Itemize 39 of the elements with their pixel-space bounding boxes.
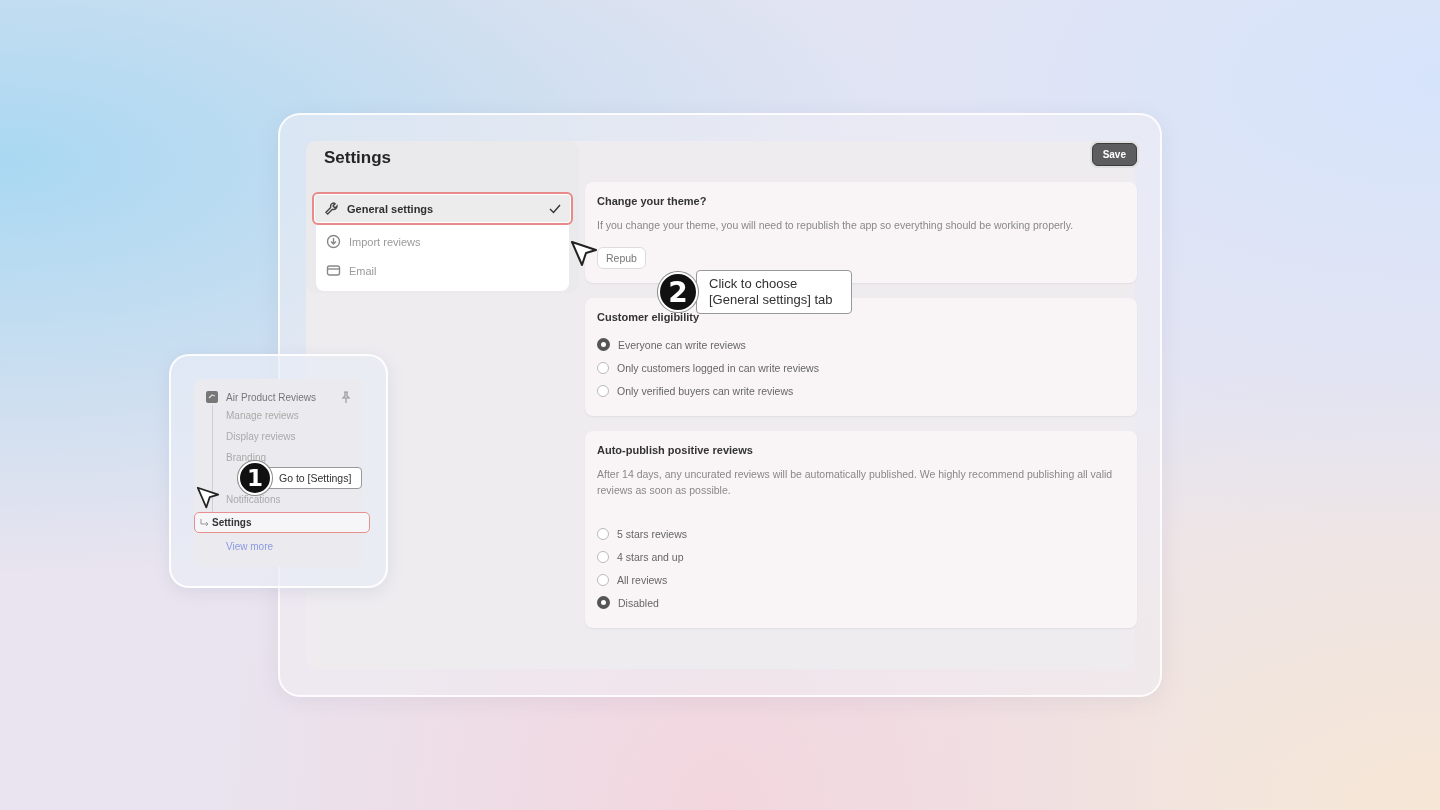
card-description: After 14 days, any uncurated reviews will be automatically published. We highly recommend publishing all valid reviews as soon as possible.	[597, 467, 1114, 498]
radio-button[interactable]	[597, 361, 609, 374]
radio-button[interactable]	[597, 338, 610, 351]
option-label: All reviews	[617, 573, 668, 586]
menu-item[interactable]: Settings	[194, 512, 370, 533]
check-icon	[549, 203, 561, 214]
settings-tab[interactable]: Import reviews	[316, 227, 569, 256]
radio-button[interactable]	[597, 573, 609, 586]
radio-button[interactable]	[597, 596, 610, 609]
option-label: 4 stars and up	[617, 550, 684, 563]
page-title: Settings	[323, 147, 393, 169]
option-label: Disabled	[618, 596, 659, 609]
option-label: Only customers logged in can write reviews	[617, 361, 819, 374]
menu-item[interactable]: Display reviews	[213, 426, 363, 447]
card-title: Auto-publish positive reviews	[597, 444, 754, 456]
card-title: Change your theme?	[597, 195, 708, 207]
cursor-icon	[196, 486, 220, 510]
card-description: If you change your theme, you will need to republish the app so everything should be working properly.	[597, 218, 1075, 233]
app-icon	[206, 391, 218, 403]
option-label: Everyone can write reviews	[618, 338, 746, 351]
app-title[interactable]: Air Product Reviews	[226, 391, 333, 403]
callout-label: Click to choose [General settings] tab	[696, 270, 852, 314]
radio-button[interactable]	[597, 527, 609, 540]
branch-arrow-icon	[200, 518, 209, 527]
settings-tab[interactable]: Email	[316, 256, 569, 285]
view-more-link[interactable]: View more	[226, 541, 363, 552]
radio-button[interactable]	[597, 384, 609, 397]
save-button[interactable]: Save	[1091, 143, 1137, 166]
republish-button[interactable]: Repub	[597, 247, 646, 269]
settings-tab[interactable]: General settings	[312, 192, 573, 225]
mail-icon	[326, 263, 341, 278]
pin-icon	[341, 391, 351, 403]
wrench-icon	[324, 201, 339, 216]
menu-item[interactable]: Manage reviews	[213, 405, 363, 426]
download-icon	[326, 234, 341, 249]
option-label: Only verified buyers can write reviews	[617, 384, 794, 397]
radio-button[interactable]	[597, 550, 609, 563]
option-label: 5 stars reviews	[617, 527, 688, 540]
card-title: Customer eligibility	[597, 311, 701, 323]
